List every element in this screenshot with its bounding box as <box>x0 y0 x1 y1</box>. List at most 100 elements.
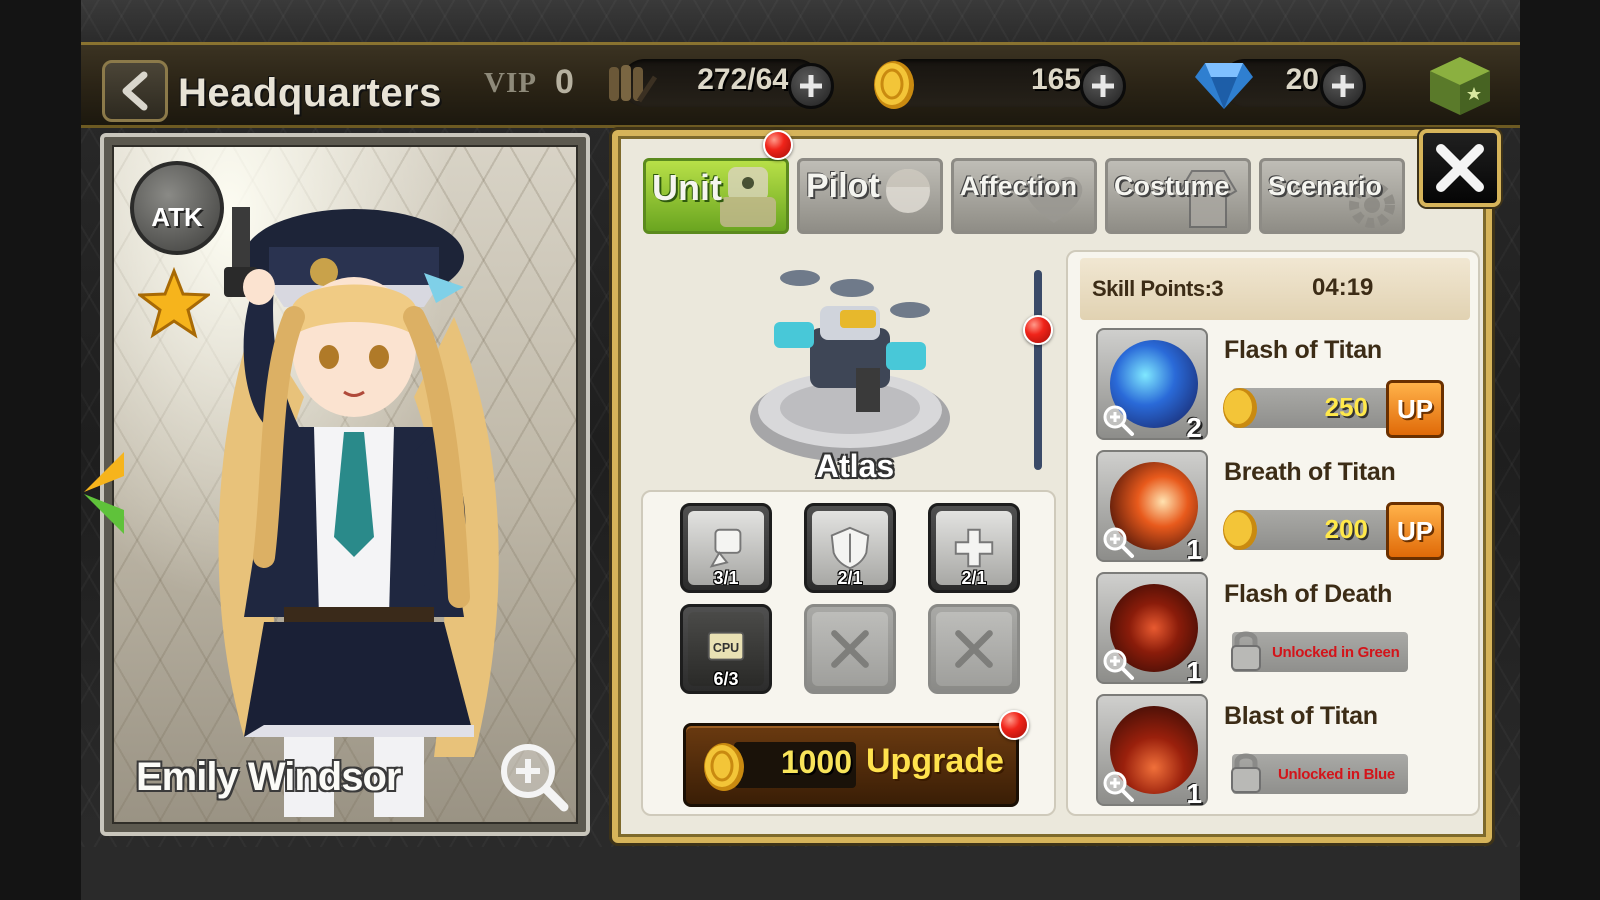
skill-locked-text: Unlocked in Blue <box>1278 766 1395 783</box>
lock-icon <box>1231 753 1261 793</box>
empty-slot-icon <box>955 630 993 668</box>
tab-costume[interactable]: Costume <box>1105 158 1251 234</box>
unit-name: Atlas <box>815 448 895 484</box>
part-count: 6/3 <box>713 669 739 689</box>
tab-costume-label: Costume <box>1114 171 1230 201</box>
svg-text:CPU: CPU <box>713 641 739 655</box>
unit-model-atlas[interactable] <box>740 258 960 478</box>
back-button[interactable] <box>102 60 168 122</box>
ammo-icon <box>609 65 658 103</box>
unit-tab-notification-dot <box>763 130 793 160</box>
part-slot-face: 3/1 <box>688 511 764 588</box>
lock-icon <box>1231 631 1261 671</box>
skill-icon-flash-of-titan[interactable]: 2 <box>1096 328 1208 443</box>
part-slot-face: 2/1 <box>812 511 888 588</box>
cpu-chip-icon: CPU <box>707 631 745 661</box>
add-gold-button[interactable] <box>1080 63 1126 109</box>
skill-level: 1 <box>1186 656 1202 687</box>
rocket-part-icon <box>709 528 742 568</box>
tab-affection[interactable]: Affection <box>951 158 1097 234</box>
gold-coin-icon <box>1223 510 1257 550</box>
part-slot-face <box>936 612 1012 686</box>
zoom-in-icon[interactable] <box>1100 768 1136 804</box>
part-slot-face <box>812 612 888 686</box>
tab-scenario-label: Scenario <box>1268 171 1383 201</box>
skill-level: 2 <box>1186 412 1202 443</box>
pilot-name: Emily Windsor <box>136 755 401 799</box>
attack-class-badge: ATK <box>130 161 224 255</box>
game-screen: Headquarters VIP 0 272/64 165 20 ATK Emi… <box>0 0 1600 900</box>
skills-panel: Skill Points:3 04:19 2 Flash of Titan 25… <box>1066 250 1480 816</box>
diamond-gem-icon <box>1195 63 1253 109</box>
tab-affection-label: Affection <box>960 171 1077 201</box>
skill-up-button[interactable]: UP <box>1386 502 1444 560</box>
skill-points-timer: 04:19 <box>1312 274 1374 301</box>
skill-icon-blast-of-titan[interactable]: 1 <box>1096 694 1208 809</box>
pilot-portrait: ATK Emily Windsor <box>112 145 578 824</box>
part-count: 3/1 <box>713 568 739 588</box>
gem-value: 20 <box>1285 63 1319 96</box>
part-slot-empty[interactable] <box>928 604 1020 694</box>
add-ammo-button[interactable] <box>788 63 834 109</box>
zoom-in-icon[interactable] <box>496 739 572 815</box>
top-resource-bar: Headquarters VIP 0 272/64 165 20 <box>81 42 1520 128</box>
tab-unit[interactable]: Unit <box>643 158 789 234</box>
part-slot-face: CPU 6/3 <box>688 612 764 689</box>
unit-scroll-track[interactable] <box>1034 270 1042 470</box>
vip-label: VIP <box>484 67 537 99</box>
tab-unit-label: Unit <box>652 167 722 208</box>
part-count: 2/1 <box>837 568 863 588</box>
page-title: Headquarters <box>178 71 442 115</box>
tab-pilot-label: Pilot <box>806 167 880 205</box>
skill-name: Flash of Death <box>1224 580 1393 608</box>
empty-slot-icon <box>831 630 869 668</box>
gold-coin-icon <box>874 61 914 109</box>
skill-icon-flash-of-death[interactable]: 1 <box>1096 572 1208 687</box>
skill-name: Blast of Titan <box>1224 702 1378 730</box>
part-slot-cpu[interactable]: CPU 6/3 <box>680 604 772 694</box>
skill-cost: 250 <box>1324 392 1368 422</box>
bottom-background-bar <box>81 847 1520 900</box>
upgrade-notification-dot <box>999 710 1029 740</box>
skill-name: Flash of Titan <box>1224 336 1382 364</box>
skill-locked-text: Unlocked in Green <box>1272 644 1400 661</box>
plus-icon <box>1332 75 1354 97</box>
add-gems-button[interactable] <box>1320 63 1366 109</box>
part-slot-repair[interactable]: 2/1 <box>928 503 1020 593</box>
shield-part-icon <box>830 526 870 570</box>
skill-level: 1 <box>1186 534 1202 565</box>
part-slot-rocket[interactable]: 3/1 <box>680 503 772 593</box>
plus-icon <box>800 75 822 97</box>
skill-icon-breath-of-titan[interactable]: 1 <box>1096 450 1208 565</box>
part-count: 2/1 <box>961 568 987 588</box>
swap-pilot-arrow-icon[interactable] <box>80 448 128 538</box>
skill-up-button[interactable]: UP <box>1386 380 1444 438</box>
close-icon <box>1436 144 1484 192</box>
gold-coin-icon <box>1223 388 1257 428</box>
army-supply-box-icon[interactable] <box>1426 53 1494 119</box>
ammo-value: 272/64 <box>697 63 789 96</box>
upgrade-label: Upgrade <box>866 742 1004 780</box>
skill-points-header: Skill Points:3 04:19 <box>1080 258 1470 320</box>
upgrade-cost: 1000 <box>780 744 852 780</box>
part-slot-shield[interactable]: 2/1 <box>804 503 896 593</box>
close-button[interactable] <box>1419 129 1501 207</box>
attack-class-label: ATK <box>151 201 203 232</box>
part-slot-empty[interactable] <box>804 604 896 694</box>
pilot-illustration <box>218 207 499 817</box>
letterbox-right <box>1520 0 1600 900</box>
skill-points-label: Skill Points:3 <box>1092 276 1224 301</box>
repair-cross-icon <box>954 528 994 568</box>
tab-pilot[interactable]: Pilot <box>797 158 943 234</box>
unit-scroll-notification-dot <box>1023 315 1053 345</box>
zoom-in-icon[interactable] <box>1100 646 1136 682</box>
upgrade-button[interactable]: 1000 Upgrade <box>683 723 1019 807</box>
zoom-in-icon[interactable] <box>1100 402 1136 438</box>
skill-level: 1 <box>1186 778 1202 809</box>
tab-scenario[interactable]: Scenario <box>1259 158 1405 234</box>
letterbox-left <box>0 0 81 900</box>
gold-value: 165 <box>1030 63 1081 96</box>
zoom-in-icon[interactable] <box>1100 524 1136 560</box>
star-rank-icon <box>138 267 210 339</box>
vip-level: 0 <box>555 63 574 101</box>
